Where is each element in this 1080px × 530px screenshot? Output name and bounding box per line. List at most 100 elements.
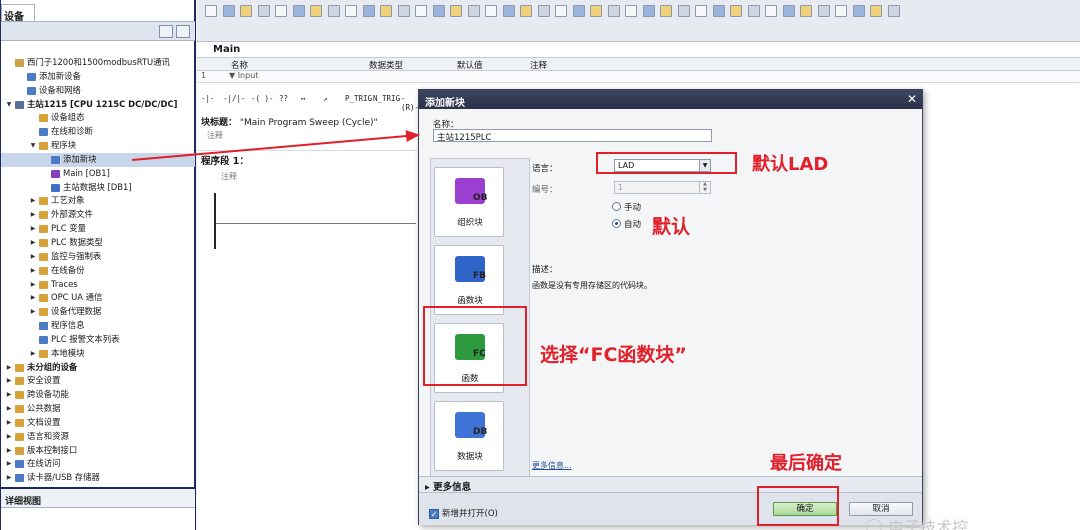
- lad-tool-button[interactable]: P_TRIG: [345, 94, 372, 103]
- chevron-right-icon[interactable]: ▶: [29, 250, 37, 264]
- tree-item[interactable]: ▶ 设备代理数据: [1, 305, 195, 319]
- block-comment[interactable]: 注释: [207, 130, 223, 141]
- toolbar-button-icon[interactable]: [677, 5, 690, 17]
- toolbar-button-icon[interactable]: [642, 5, 655, 17]
- tree-item[interactable]: ▶ 在线备份: [1, 264, 195, 278]
- segment-title[interactable]: 程序段 1：: [201, 153, 249, 167]
- toolbar-button-icon[interactable]: [572, 5, 585, 17]
- toolbar-button-icon[interactable]: [345, 5, 357, 17]
- chevron-right-icon[interactable]: ▶: [29, 347, 37, 361]
- toolbar-button-icon[interactable]: [835, 5, 847, 17]
- tree-item[interactable]: ▼ 主站1215 [CPU 1215C DC/DC/DC]: [1, 98, 195, 112]
- toolbar-button-icon[interactable]: [502, 5, 515, 17]
- manual-radio[interactable]: 手动: [612, 201, 641, 213]
- tree-item[interactable]: ▶ 文档设置: [1, 416, 195, 430]
- chevron-right-icon[interactable]: ▶: [5, 471, 13, 485]
- toolbar-button-icon[interactable]: [782, 5, 795, 17]
- chevron-right-icon[interactable]: ▶: [5, 430, 13, 444]
- lad-tool-button[interactable]: -( )-: [251, 94, 274, 103]
- chevron-right-icon[interactable]: ▶: [29, 222, 37, 236]
- chevron-right-icon[interactable]: ▶: [29, 278, 37, 292]
- chevron-right-icon[interactable]: ▶: [5, 416, 13, 430]
- lad-tool-button[interactable]: ↦: [301, 94, 306, 103]
- toolbar-button-icon[interactable]: [520, 5, 532, 17]
- toolbar-button-icon[interactable]: [870, 5, 882, 17]
- toolbar-button-icon[interactable]: [467, 5, 480, 17]
- toolbar-button-icon[interactable]: [362, 5, 375, 17]
- toolbar-button-icon[interactable]: [292, 5, 305, 17]
- toolbar-button-icon[interactable]: [240, 5, 252, 17]
- lad-tool-button[interactable]: N_TRIG: [373, 94, 400, 103]
- tree-item[interactable]: ▶ 外部源文件: [1, 208, 195, 222]
- tree-item[interactable]: ▶ PLC 数据类型: [1, 236, 195, 250]
- segment-comment[interactable]: 注释: [221, 171, 237, 182]
- chevron-right-icon[interactable]: ▶: [29, 291, 37, 305]
- toolbar-button-icon[interactable]: [222, 5, 235, 17]
- tree-view-icon[interactable]: [159, 25, 173, 38]
- name-input[interactable]: 主站1215PLC: [433, 129, 712, 143]
- toolbar-button-icon[interactable]: [415, 5, 427, 17]
- tree-item[interactable]: 在线和诊断: [1, 125, 195, 139]
- tree-item[interactable]: 主站数据块 [DB1]: [1, 181, 195, 195]
- chevron-right-icon[interactable]: ▶: [5, 361, 13, 375]
- tree-item[interactable]: PLC 报警文本列表: [1, 333, 195, 347]
- chevron-right-icon[interactable]: ▶: [5, 388, 13, 402]
- tree-item[interactable]: 设备组态: [1, 111, 195, 125]
- toolbar-button-icon[interactable]: [660, 5, 672, 17]
- lad-tool-button[interactable]: ↗: [323, 94, 328, 103]
- ob-block-button[interactable]: OB 组织块: [434, 167, 504, 237]
- tree-item[interactable]: ▶ 版本控制接口: [1, 444, 195, 458]
- chevron-down-icon[interactable]: ▼: [5, 98, 13, 112]
- toolbar-button-icon[interactable]: [485, 5, 497, 17]
- fb-block-button[interactable]: FB 函数块: [434, 245, 504, 315]
- toolbar-button-icon[interactable]: [800, 5, 812, 17]
- tree-item[interactable]: ▶ 跨设备功能: [1, 388, 195, 402]
- tree-item[interactable]: ▶ 安全设置: [1, 374, 195, 388]
- tree-item[interactable]: ▶ 语言和资源: [1, 430, 195, 444]
- chevron-down-icon[interactable]: ▼: [29, 139, 37, 153]
- toolbar-button-icon[interactable]: [537, 5, 550, 17]
- auto-radio[interactable]: 自动: [612, 218, 641, 230]
- more-info-link[interactable]: 更多信息...: [532, 460, 572, 471]
- toolbar-button-icon[interactable]: [887, 5, 900, 17]
- db-block-button[interactable]: DB 数据块: [434, 401, 504, 471]
- tree-item[interactable]: 添加新块: [1, 152, 195, 167]
- tree-item[interactable]: ▶ 本地模块: [1, 347, 195, 361]
- toolbar-button-icon[interactable]: [607, 5, 620, 17]
- toolbar-button-icon[interactable]: [432, 5, 445, 17]
- toolbar-button-icon[interactable]: [730, 5, 742, 17]
- chevron-right-icon[interactable]: ▶: [29, 305, 37, 319]
- chevron-right-icon[interactable]: ▶: [29, 208, 37, 222]
- chevron-right-icon[interactable]: ▶: [5, 457, 13, 471]
- toolbar-button-icon[interactable]: [257, 5, 270, 17]
- detail-view-header[interactable]: 详细视图: [1, 487, 195, 507]
- tree-item[interactable]: ▶ 监控与强制表: [1, 250, 195, 264]
- toolbar-button-icon[interactable]: [712, 5, 725, 17]
- toolbar-button-icon[interactable]: [625, 5, 637, 17]
- toolbar-button-icon[interactable]: [450, 5, 462, 17]
- toolbar-button-icon[interactable]: [817, 5, 830, 17]
- toolbar-button-icon[interactable]: [397, 5, 410, 17]
- toolbar-button-icon[interactable]: [327, 5, 340, 17]
- toolbar-button-icon[interactable]: [275, 5, 287, 17]
- devices-tab[interactable]: 设备: [1, 4, 35, 23]
- tree-item[interactable]: ▶ 读卡器/USB 存储器: [1, 471, 195, 485]
- tree-item[interactable]: Main [OB1]: [1, 167, 195, 181]
- toolbar-button-icon[interactable]: [380, 5, 392, 17]
- tree-item[interactable]: ▶ 工艺对象: [1, 194, 195, 208]
- toolbar-button-icon[interactable]: [765, 5, 777, 17]
- tree-item[interactable]: ▶ 公共数据: [1, 402, 195, 416]
- toolbar-button-icon[interactable]: [555, 5, 567, 17]
- chevron-right-icon[interactable]: ▶: [5, 444, 13, 458]
- chevron-right-icon[interactable]: ▶: [29, 194, 37, 208]
- toolbar-button-icon[interactable]: [695, 5, 707, 17]
- tree-item[interactable]: ▶ 在线访问: [1, 457, 195, 471]
- toolbar-button-icon[interactable]: [852, 5, 865, 17]
- tree-options-icon[interactable]: [176, 25, 190, 38]
- chevron-right-icon[interactable]: ▶: [5, 374, 13, 388]
- lad-tool-button[interactable]: -|-: [201, 94, 215, 103]
- toolbar-button-icon[interactable]: [205, 5, 217, 17]
- tree-item[interactable]: ▶ PLC 变量: [1, 222, 195, 236]
- chevron-right-icon[interactable]: ▶: [29, 264, 37, 278]
- chevron-right-icon[interactable]: ▶: [5, 402, 13, 416]
